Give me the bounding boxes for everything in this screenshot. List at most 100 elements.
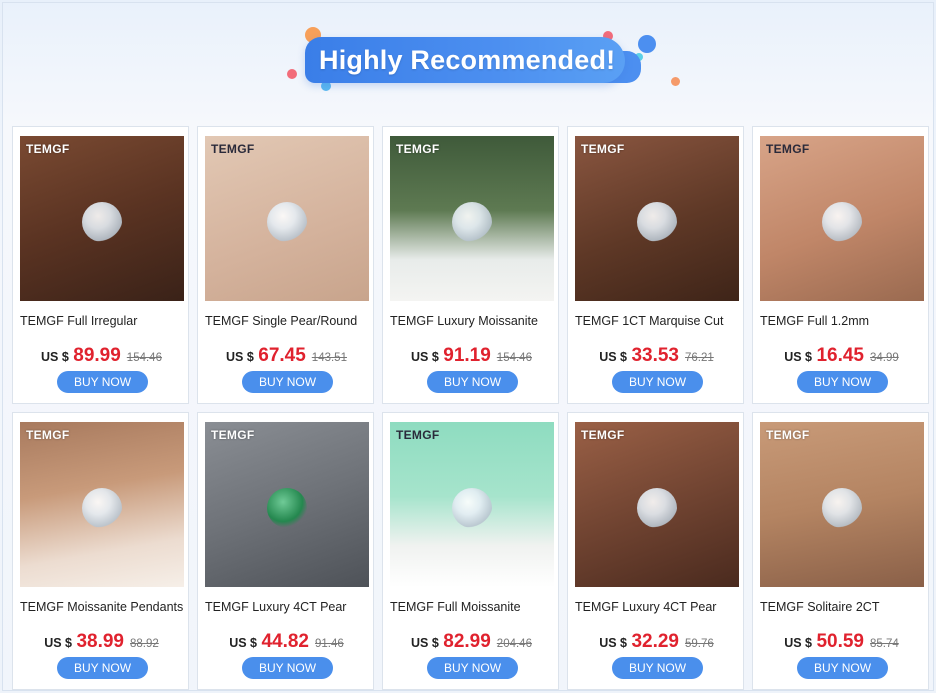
jewelry-icon <box>82 488 122 528</box>
original-price: 154.46 <box>496 352 532 364</box>
page-frame: Highly Recommended! TEMGF TEMGF Full Irre… <box>2 2 934 691</box>
jewelry-icon <box>637 202 677 242</box>
product-image[interactable]: TEMGF <box>205 136 369 301</box>
price-row: US $ 44.82 91.46 <box>198 631 375 653</box>
original-price: 204.46 <box>496 638 532 650</box>
brand-logo: TEMGF <box>766 142 810 156</box>
decor-dot <box>638 35 656 53</box>
product-image[interactable]: TEMGF <box>20 422 184 587</box>
original-price: 59.76 <box>685 638 714 650</box>
decor-dot <box>671 77 680 86</box>
jewelry-icon <box>452 488 492 528</box>
original-price: 85.74 <box>870 638 899 650</box>
jewelry-icon <box>82 202 122 242</box>
currency-label: US $ <box>599 636 627 650</box>
sale-price: 33.53 <box>631 345 679 366</box>
currency-label: US $ <box>784 350 812 364</box>
product-title[interactable]: TEMGF 1CT Marquise Cut <box>575 314 741 328</box>
price-row: US $ 38.99 88.92 <box>13 631 190 653</box>
buy-now-button[interactable]: BUY NOW <box>242 657 333 679</box>
buy-now-button[interactable]: BUY NOW <box>57 371 148 393</box>
product-image[interactable]: TEMGF <box>390 136 554 301</box>
product-title[interactable]: TEMGF Full Irregular <box>20 314 186 328</box>
sale-price: 67.45 <box>258 345 306 366</box>
currency-label: US $ <box>784 636 812 650</box>
jewelry-icon <box>637 488 677 528</box>
brand-logo: TEMGF <box>581 428 625 442</box>
product-title[interactable]: TEMGF Single Pear/Round <box>205 314 371 328</box>
product-title[interactable]: TEMGF Luxury 4CT Pear <box>205 600 371 614</box>
recommended-banner: Highly Recommended! <box>283 23 683 93</box>
product-image[interactable]: TEMGF <box>575 136 739 301</box>
decor-dot <box>287 69 297 79</box>
sale-price: 16.45 <box>816 345 864 366</box>
brand-logo: TEMGF <box>211 142 255 156</box>
jewelry-icon <box>822 202 862 242</box>
product-card[interactable]: TEMGF TEMGF Luxury 4CT Pear US $ 44.82 91.4… <box>197 412 374 690</box>
product-image[interactable]: TEMGF <box>20 136 184 301</box>
currency-label: US $ <box>229 636 257 650</box>
product-card[interactable]: TEMGF TEMGF Moissanite Pendants US $ 38.99… <box>12 412 189 690</box>
price-row: US $ 16.45 34.99 <box>753 345 930 367</box>
product-card[interactable]: TEMGF TEMGF Full 1.2mm US $ 16.45 34.99 BUY … <box>752 126 929 404</box>
sale-price: 89.99 <box>73 345 121 366</box>
brand-logo: TEMGF <box>211 428 255 442</box>
jewelry-icon <box>822 488 862 528</box>
brand-logo: TEMGF <box>26 142 70 156</box>
price-row: US $ 89.99 154.46 <box>13 345 190 367</box>
product-title[interactable]: TEMGF Solitaire 2CT <box>760 600 926 614</box>
product-title[interactable]: TEMGF Moissanite Pendants <box>20 600 186 614</box>
currency-label: US $ <box>226 350 254 364</box>
currency-label: US $ <box>411 636 439 650</box>
product-title[interactable]: TEMGF Full Moissanite <box>390 600 556 614</box>
banner-title: Highly Recommended! <box>319 45 616 75</box>
product-image[interactable]: TEMGF <box>760 422 924 587</box>
jewelry-icon <box>267 488 307 528</box>
product-card[interactable]: TEMGF TEMGF Single Pear/Round US $ 67.45 14… <box>197 126 374 404</box>
product-card[interactable]: TEMGF TEMGF Full Irregular US $ 89.99 154.4… <box>12 126 189 404</box>
buy-now-button[interactable]: BUY NOW <box>797 371 888 393</box>
currency-label: US $ <box>599 350 627 364</box>
price-row: US $ 82.99 204.46 <box>383 631 560 653</box>
product-image[interactable]: TEMGF <box>760 136 924 301</box>
brand-logo: TEMGF <box>26 428 70 442</box>
currency-label: US $ <box>41 350 69 364</box>
price-row: US $ 50.59 85.74 <box>753 631 930 653</box>
buy-now-button[interactable]: BUY NOW <box>427 371 518 393</box>
product-card[interactable]: TEMGF TEMGF Solitaire 2CT US $ 50.59 85.74 B… <box>752 412 929 690</box>
currency-label: US $ <box>44 636 72 650</box>
product-title[interactable]: TEMGF Full 1.2mm <box>760 314 926 328</box>
brand-logo: TEMGF <box>766 428 810 442</box>
price-row: US $ 91.19 154.46 <box>383 345 560 367</box>
buy-now-button[interactable]: BUY NOW <box>57 657 148 679</box>
product-card[interactable]: TEMGF TEMGF Luxury 4CT Pear US $ 32.29 59.7… <box>567 412 744 690</box>
product-card[interactable]: TEMGF TEMGF Luxury Moissanite US $ 91.19 15… <box>382 126 559 404</box>
buy-now-button[interactable]: BUY NOW <box>242 371 333 393</box>
jewelry-icon <box>267 202 307 242</box>
product-title[interactable]: TEMGF Luxury Moissanite <box>390 314 556 328</box>
sale-price: 44.82 <box>261 631 309 652</box>
sale-price: 82.99 <box>443 631 491 652</box>
price-row: US $ 33.53 76.21 <box>568 345 745 367</box>
product-image[interactable]: TEMGF <box>390 422 554 587</box>
brand-logo: TEMGF <box>581 142 625 156</box>
price-row: US $ 32.29 59.76 <box>568 631 745 653</box>
sale-price: 91.19 <box>443 345 491 366</box>
original-price: 76.21 <box>685 352 714 364</box>
original-price: 88.92 <box>130 638 159 650</box>
product-image[interactable]: TEMGF <box>205 422 369 587</box>
buy-now-button[interactable]: BUY NOW <box>612 657 703 679</box>
original-price: 154.46 <box>126 352 162 364</box>
buy-now-button[interactable]: BUY NOW <box>427 657 518 679</box>
currency-label: US $ <box>411 350 439 364</box>
product-card[interactable]: TEMGF TEMGF 1CT Marquise Cut US $ 33.53 76.… <box>567 126 744 404</box>
brand-logo: TEMGF <box>396 142 440 156</box>
buy-now-button[interactable]: BUY NOW <box>797 657 888 679</box>
product-image[interactable]: TEMGF <box>575 422 739 587</box>
product-title[interactable]: TEMGF Luxury 4CT Pear <box>575 600 741 614</box>
buy-now-button[interactable]: BUY NOW <box>612 371 703 393</box>
sale-price: 38.99 <box>76 631 124 652</box>
jewelry-icon <box>452 202 492 242</box>
product-card[interactable]: TEMGF TEMGF Full Moissanite US $ 82.99 204.… <box>382 412 559 690</box>
original-price: 91.46 <box>315 638 344 650</box>
